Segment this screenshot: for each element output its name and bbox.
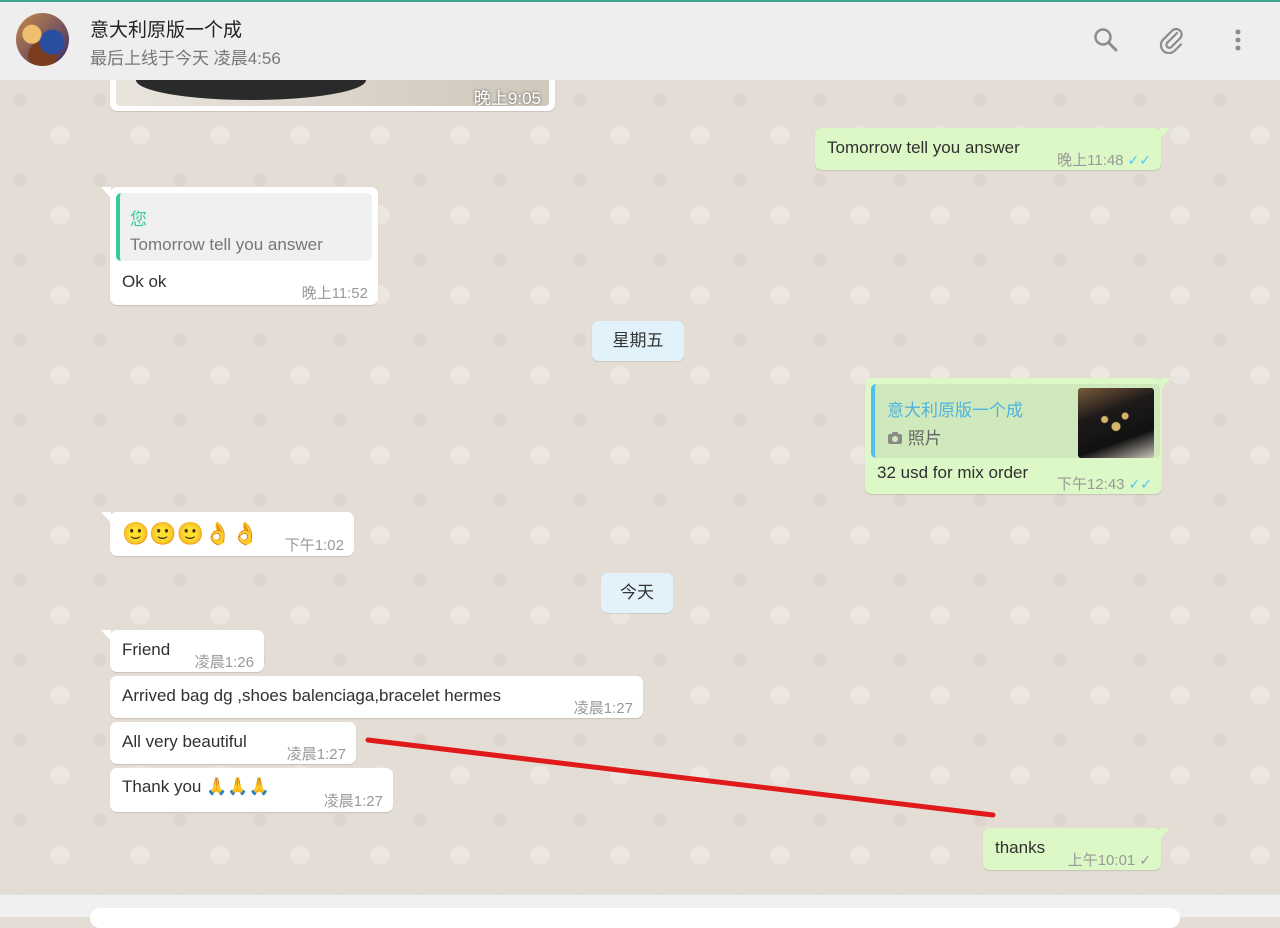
- quote-photo-label: 照片: [887, 424, 942, 449]
- search-icon[interactable]: [1092, 26, 1120, 54]
- photo-thumbnail[interactable]: [1078, 388, 1154, 458]
- message-time: 下午12:43: [1056, 476, 1125, 493]
- quote-text: 照片: [907, 429, 942, 448]
- message-text: All very beautiful: [122, 732, 247, 751]
- chat-header: 意大利原版一个成 最后上线于今天 凌晨4:56: [0, 2, 1280, 81]
- message-input[interactable]: [90, 908, 1180, 928]
- message-time: 凌晨1:26: [194, 654, 254, 671]
- message-meta: 上午10:01 ✓: [1068, 849, 1151, 870]
- contact-avatar[interactable]: [16, 13, 69, 66]
- day-divider: 今天: [601, 573, 673, 613]
- read-ticks-icon: ✓✓: [1127, 152, 1151, 168]
- message-composer-bar: [0, 894, 1280, 928]
- read-ticks-icon: ✓✓: [1128, 476, 1152, 492]
- message-time: 凌晨1:27: [323, 793, 383, 810]
- message-text: 🙂🙂🙂👌👌: [122, 521, 259, 546]
- message-text: Tomorrow tell you answer: [827, 138, 1020, 157]
- incoming-message[interactable]: All very beautiful 凌晨1:27: [110, 722, 356, 764]
- quote-text: Tomorrow tell you answer: [130, 235, 323, 254]
- last-seen-status: 最后上线于今天 凌晨4:56: [90, 49, 281, 68]
- message-time: 凌晨1:27: [286, 746, 346, 763]
- quoted-message[interactable]: 您 Tomorrow tell you answer: [116, 193, 372, 261]
- message-time: 晚上9:05: [473, 89, 541, 106]
- outgoing-message[interactable]: thanks 上午10:01 ✓: [983, 828, 1170, 870]
- paperclip-icon[interactable]: [1157, 26, 1185, 55]
- message-text: Friend: [122, 640, 171, 659]
- outgoing-message[interactable]: Tomorrow tell you answer 晚上11:48 ✓✓: [815, 128, 1170, 170]
- delivered-tick-icon: ✓: [1139, 852, 1151, 868]
- incoming-message[interactable]: 您 Tomorrow tell you answer Ok ok 晚上11:52: [101, 187, 378, 305]
- outgoing-message[interactable]: 意大利原版一个成 照片 32 usd for mix order 下午12:43…: [865, 378, 1171, 494]
- image-thumbnail[interactable]: 晚上9:05: [116, 80, 549, 106]
- contact-name[interactable]: 意大利原版一个成: [90, 15, 242, 42]
- incoming-message[interactable]: 🙂🙂🙂👌👌 下午1:02: [101, 512, 354, 556]
- day-divider: 星期五: [592, 321, 684, 361]
- message-text: thanks: [995, 838, 1046, 857]
- message-text: Thank you 🙏🙏🙏: [122, 777, 270, 796]
- message-meta: 下午12:43 ✓✓: [1057, 473, 1152, 494]
- quoted-message[interactable]: 意大利原版一个成 照片: [871, 384, 1160, 458]
- message-time: 晚上11:48: [1057, 152, 1124, 169]
- message-time: 下午1:02: [284, 537, 344, 554]
- message-text: Ok ok: [122, 272, 167, 291]
- more-vertical-icon[interactable]: [1224, 26, 1252, 54]
- quote-author: 意大利原版一个成: [887, 401, 1023, 420]
- message-time: 上午10:01: [1067, 852, 1136, 869]
- message-text: Arrived bag dg ,shoes balenciaga,bracele…: [122, 686, 501, 705]
- camera-icon: [887, 429, 908, 448]
- message-time: 凌晨1:27: [573, 700, 633, 717]
- quote-author: 您: [130, 210, 147, 229]
- incoming-message[interactable]: Friend 凌晨1:26: [101, 630, 264, 672]
- message-meta: 晚上11:48 ✓✓: [1057, 149, 1151, 170]
- incoming-message[interactable]: Arrived bag dg ,shoes balenciaga,bracele…: [110, 676, 643, 718]
- message-text: 32 usd for mix order: [877, 463, 1029, 482]
- incoming-message[interactable]: Thank you 🙏🙏🙏 凌晨1:27: [110, 768, 393, 812]
- image-message[interactable]: 晚上9:05: [110, 80, 555, 111]
- message-time: 晚上11:52: [301, 285, 368, 302]
